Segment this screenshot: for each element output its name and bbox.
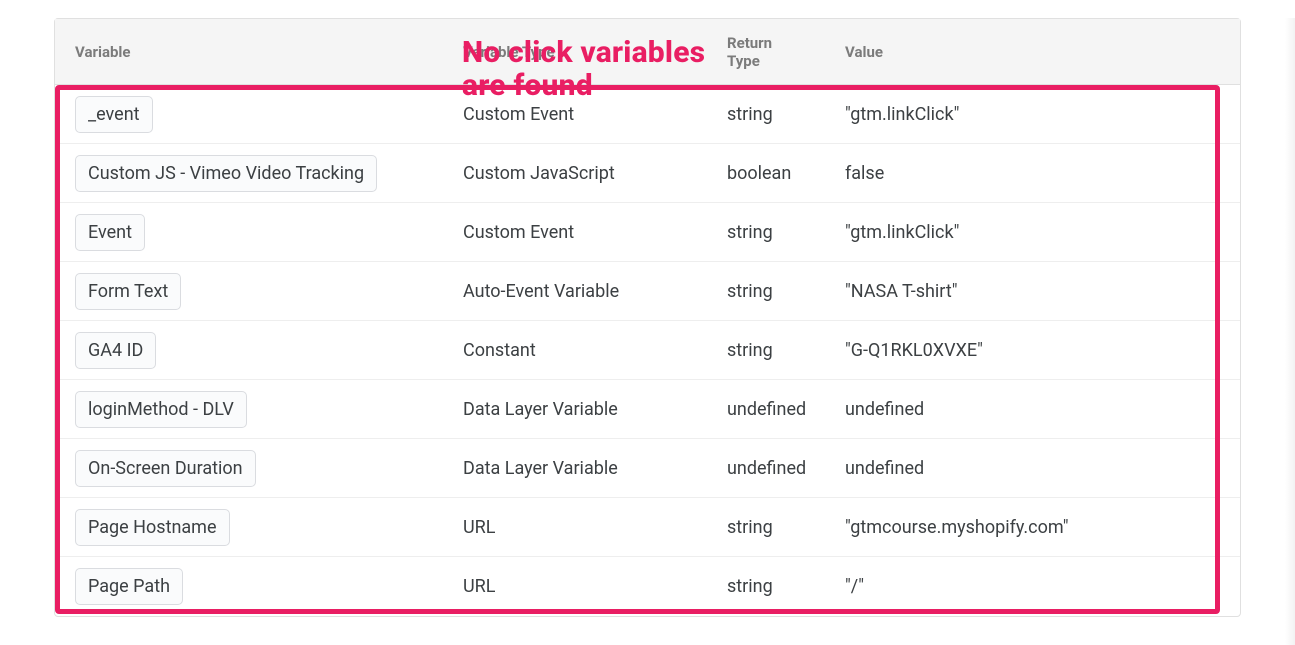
cell-value: "gtm.linkClick": [845, 222, 1240, 243]
variables-table: Variable Variable Type Return Type Value…: [54, 18, 1241, 617]
cell-return-type: boolean: [727, 163, 845, 184]
table-row[interactable]: loginMethod - DLVData Layer Variableunde…: [55, 380, 1240, 439]
table-row[interactable]: GA4 ID Constantstring"G-Q1RKL0XVXE": [55, 321, 1240, 380]
table-row[interactable]: Page Hostname URLstring"gtmcourse.myshopi…: [55, 498, 1240, 557]
cell-variable: Page Path: [75, 568, 463, 605]
col-header-value[interactable]: Value: [845, 43, 1240, 61]
cell-variable: _event: [75, 96, 463, 133]
table-body: _eventCustom Eventstring"gtm.linkClick"C…: [55, 85, 1240, 616]
cell-return-type: string: [727, 222, 845, 243]
cell-value: "NASA T-shirt": [845, 281, 1240, 302]
cell-variable: GA4 ID: [75, 332, 463, 369]
cell-variable: Custom JS - Vimeo Video Tracking: [75, 155, 463, 192]
variable-chip[interactable]: loginMethod - DLV: [75, 391, 247, 428]
cell-variable-type: Custom JavaScript: [463, 163, 727, 184]
col-header-return-line2: Type: [727, 52, 760, 70]
cell-value: undefined: [845, 458, 1240, 479]
cell-return-type: string: [727, 340, 845, 361]
variable-chip[interactable]: _event: [75, 96, 153, 133]
cell-variable: Form Text: [75, 273, 463, 310]
col-header-return-type[interactable]: Return Type: [727, 34, 845, 70]
cell-variable: loginMethod - DLV: [75, 391, 463, 428]
cell-variable-type: Auto-Event Variable: [463, 281, 727, 302]
cell-return-type: undefined: [727, 458, 845, 479]
cell-variable-type: Custom Event: [463, 222, 727, 243]
variable-chip[interactable]: GA4 ID: [75, 332, 156, 369]
right-edge-shadow: [1285, 18, 1295, 645]
cell-variable: On-Screen Duration: [75, 450, 463, 487]
cell-value: "gtmcourse.myshopify.com": [845, 517, 1240, 538]
cell-return-type: string: [727, 104, 845, 125]
variable-chip[interactable]: Page Hostname: [75, 509, 230, 546]
variable-chip[interactable]: Event: [75, 214, 145, 251]
cell-variable-type: Custom Event: [463, 104, 727, 125]
cell-value: false: [845, 163, 1240, 184]
cell-return-type: string: [727, 576, 845, 597]
variable-chip[interactable]: Page Path: [75, 568, 183, 605]
cell-value: "G-Q1RKL0XVXE": [845, 340, 1240, 361]
cell-value: "/": [845, 576, 1240, 597]
cell-variable-type: Data Layer Variable: [463, 458, 727, 479]
col-header-variable[interactable]: Variable: [75, 43, 463, 61]
cell-return-type: string: [727, 281, 845, 302]
cell-variable-type: URL: [463, 517, 727, 538]
table-row[interactable]: Event Custom Eventstring"gtm.linkClick": [55, 203, 1240, 262]
col-header-variable-type[interactable]: Variable Type: [463, 43, 727, 61]
cell-return-type: string: [727, 517, 845, 538]
variable-chip[interactable]: Custom JS - Vimeo Video Tracking: [75, 155, 377, 192]
table-row[interactable]: Form Text Auto-Event Variablestring"NASA …: [55, 262, 1240, 321]
table-row[interactable]: _event Custom Eventstring"gtm.linkClick": [55, 85, 1240, 144]
cell-value: undefined: [845, 399, 1240, 420]
table-row[interactable]: On-Screen DurationData Layer Variableund…: [55, 439, 1240, 498]
cell-return-type: undefined: [727, 399, 845, 420]
cell-value: "gtm.linkClick": [845, 104, 1240, 125]
cell-variable: Page Hostname: [75, 509, 463, 546]
table-row[interactable]: Custom JS - Vimeo Video Tracking Custom J…: [55, 144, 1240, 203]
variable-chip[interactable]: Form Text: [75, 273, 181, 310]
variable-chip[interactable]: On-Screen Duration: [75, 450, 256, 487]
table-row[interactable]: Page Path URLstring"/": [55, 557, 1240, 616]
cell-variable-type: Data Layer Variable: [463, 399, 727, 420]
cell-variable: Event: [75, 214, 463, 251]
cell-variable-type: Constant: [463, 340, 727, 361]
col-header-return-line1: Return: [727, 34, 772, 52]
table-header-row: Variable Variable Type Return Type Value: [55, 19, 1240, 85]
cell-variable-type: URL: [463, 576, 727, 597]
